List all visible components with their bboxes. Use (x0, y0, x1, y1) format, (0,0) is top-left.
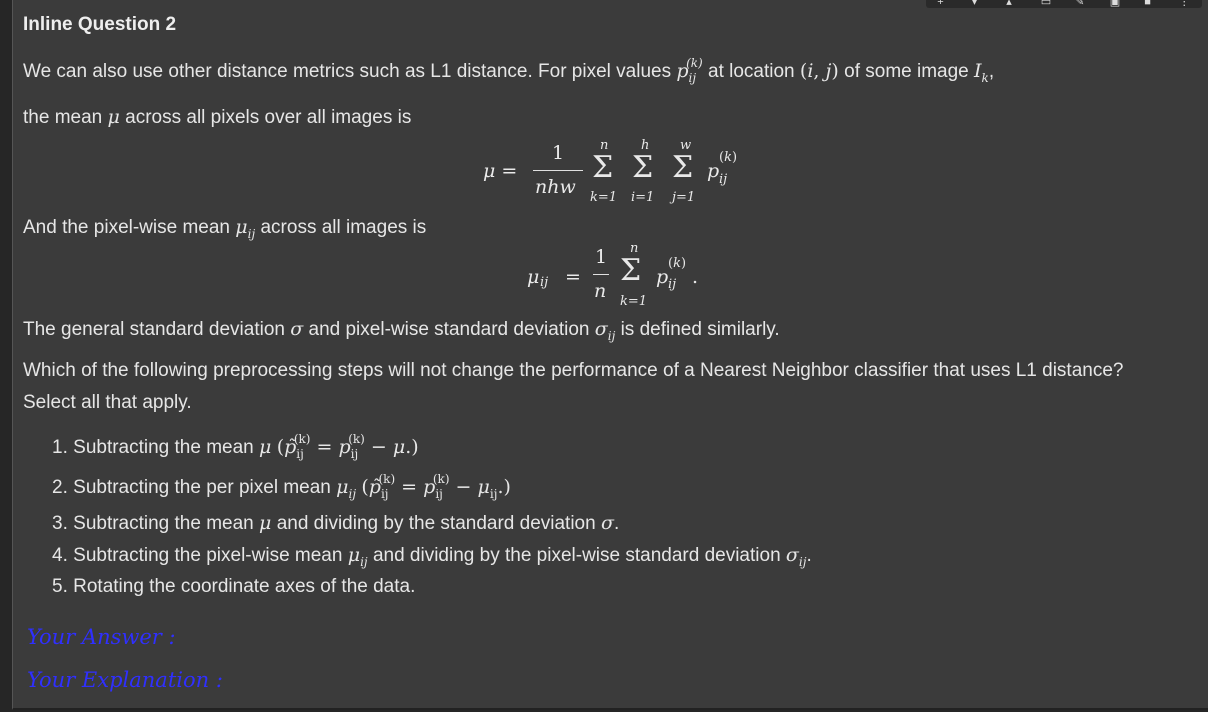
your-answer-label: Your Answer : (27, 625, 176, 649)
math-location: (i, j) (799, 60, 839, 82)
intro-text-d: the mean (23, 107, 103, 128)
edit-icon[interactable]: ✎ (1075, 0, 1087, 8)
intro-line-2: the mean μ across all pixels over all im… (23, 106, 411, 129)
std-text-c: is defined similarly. (620, 319, 780, 340)
more-icon[interactable]: ⋮ (1179, 0, 1191, 8)
option-1: 1. Subtracting the mean μ (p̃ij(k) = pij… (52, 432, 419, 461)
comment-icon[interactable]: ▭ (1041, 0, 1053, 8)
intro-text-e: across all pixels over all images is (125, 107, 412, 128)
std-text-a: The general standard deviation (23, 319, 285, 340)
add-icon[interactable]: + (937, 0, 949, 8)
std-line: The general standard deviation σ and pix… (23, 318, 780, 343)
math-p-ij-k: pij(k) (676, 56, 703, 85)
delete-icon[interactable]: ■ (1144, 0, 1156, 8)
std-text-b: and pixel-wise standard deviation (308, 319, 590, 340)
pixelwise-intro: And the pixel-wise mean μij across all i… (23, 216, 427, 241)
math-image-Ik: Ik (974, 60, 989, 85)
move-down-icon[interactable]: ▾ (972, 0, 984, 8)
image-icon[interactable]: ▣ (1110, 0, 1122, 8)
intro-text-c: of some image (844, 61, 969, 82)
math-sigma-ij: σij (594, 318, 616, 343)
question-line-2: Select all that apply. (23, 392, 192, 413)
your-explanation-label: Your Explanation : (27, 668, 223, 692)
option-5: 5. Rotating the coordinate axes of the d… (52, 576, 416, 597)
math-sigma: σ (290, 318, 304, 340)
cell-heading: Inline Question 2 (23, 14, 177, 35)
option-3: 3. Subtracting the mean μ and dividing b… (52, 512, 620, 534)
intro-text-a: We can also use other distance metrics s… (23, 61, 672, 82)
intro-line-1: We can also use other distance metrics s… (23, 56, 995, 85)
question-line-1: Which of the following preprocessing ste… (23, 360, 1124, 381)
intro-text-b: at location (708, 61, 795, 82)
math-mu: μ (107, 106, 120, 128)
math-mu-ij: μij (235, 216, 256, 241)
pixelwise-text-b: across all images is (260, 217, 427, 238)
cell-toolbar: + ▾ ▴ ▭ ✎ ▣ ■ ⋮ (926, 0, 1202, 8)
move-up-icon[interactable]: ▴ (1006, 0, 1018, 8)
pixelwise-text-a: And the pixel-wise mean (23, 217, 230, 238)
option-4: 4. Subtracting the pixel-wise mean μij a… (52, 544, 812, 569)
option-2: 2. Subtracting the per pixel mean μij (p… (52, 472, 511, 501)
